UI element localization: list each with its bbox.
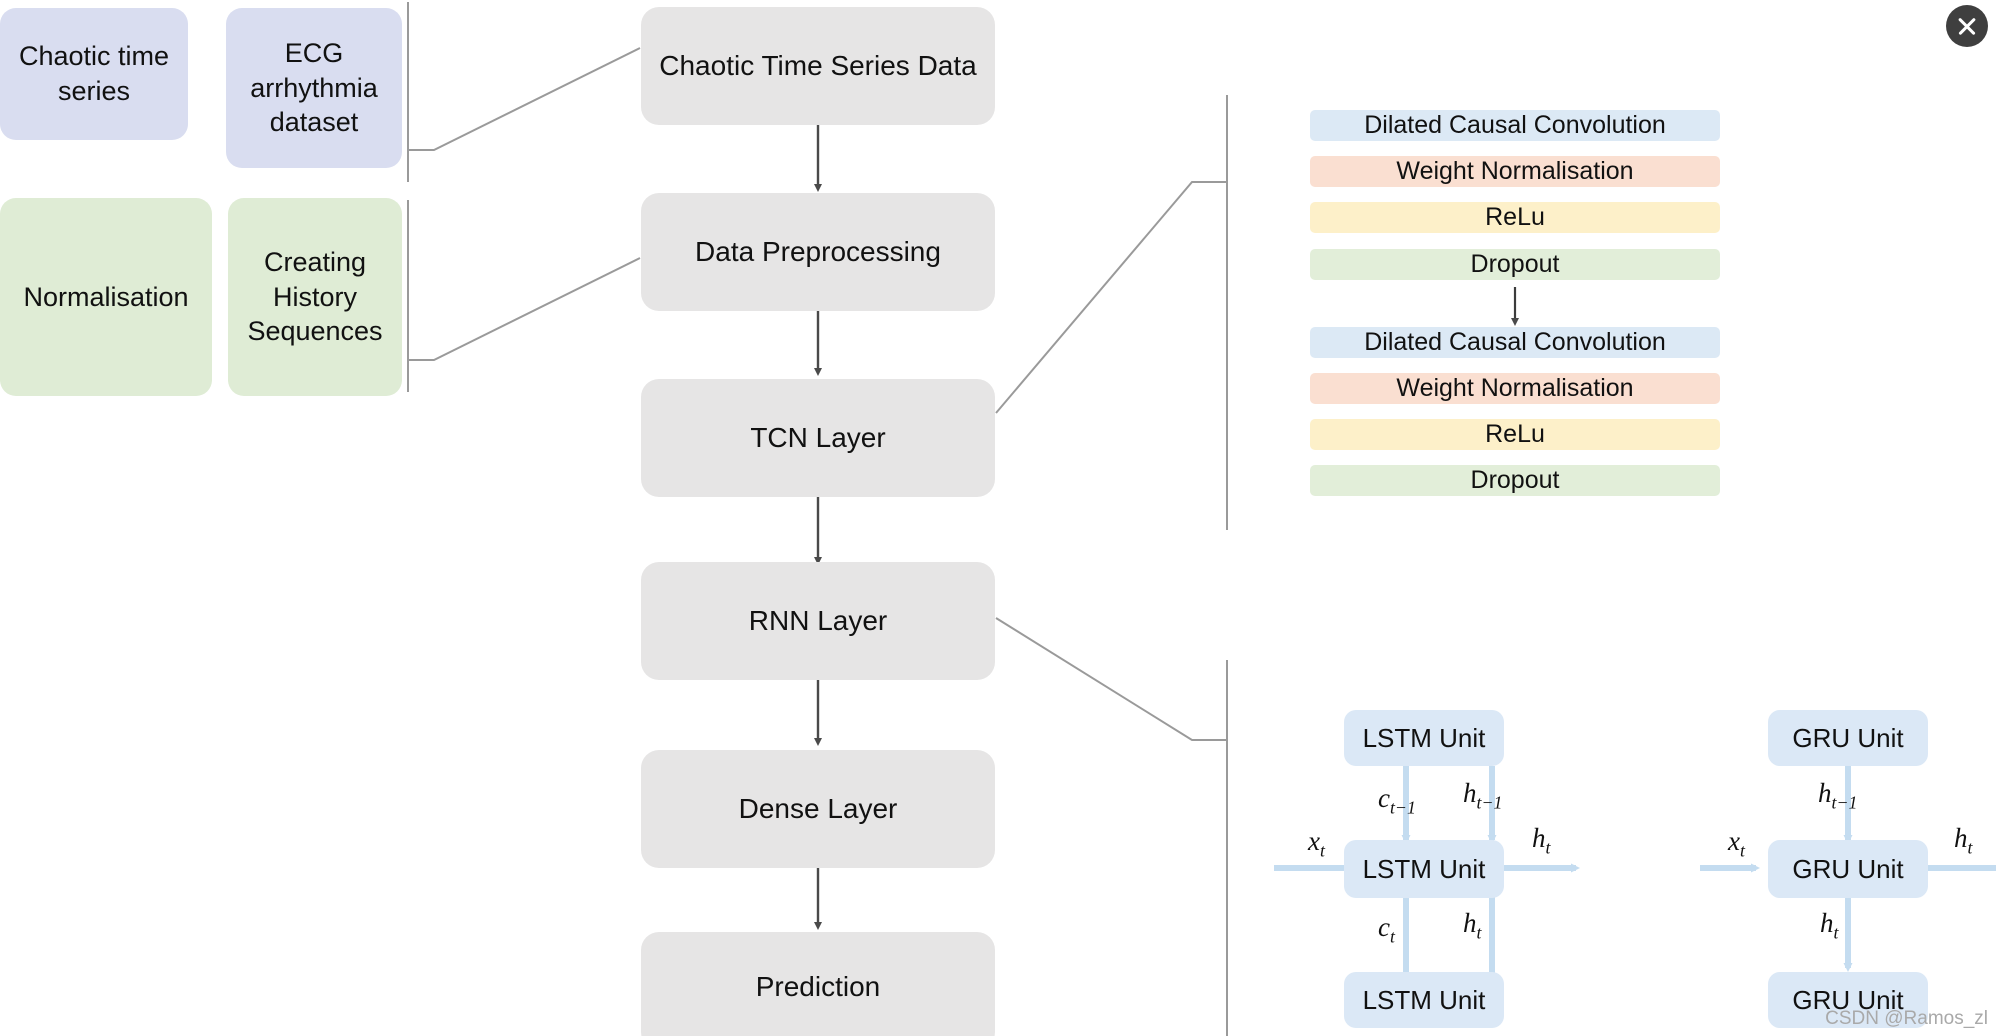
pipeline-label: TCN Layer [750,422,886,454]
source-box-chaotic-time-series[interactable]: Chaotic time series [0,8,188,140]
pipeline-label: Data Preprocessing [695,236,941,268]
gru-unit-center[interactable]: GRU Unit [1768,840,1928,898]
diagram-canvas: Chaotic time series ECG arrhythmia datas… [0,0,1996,1036]
gru-unit-top[interactable]: GRU Unit [1768,710,1928,766]
lstm-cell-next-label: ct [1378,912,1395,947]
tcn-bar-label: ReLu [1485,420,1545,448]
pipeline-box-tcn-layer[interactable]: TCN Layer [641,379,995,497]
tcn-bar-label: Dilated Causal Convolution [1364,111,1666,139]
close-glyph [1956,15,1978,37]
pipeline-label: RNN Layer [748,605,888,637]
gru-hidden-prev-label: ht−1 [1818,778,1858,813]
source-box-normalisation[interactable]: Normalisation [0,198,212,396]
pipeline-label: Dense Layer [738,793,898,825]
lstm-unit-center[interactable]: LSTM Unit [1344,840,1504,898]
tcn-bar-relu-1[interactable]: ReLu [1310,202,1720,233]
watermark-text: CSDN @Ramos_zl [1825,1008,1988,1029]
pipeline-box-rnn-layer[interactable]: RNN Layer [641,562,995,680]
tcn-bar-label: Weight Normalisation [1396,374,1634,402]
source-box-creating-history-sequences[interactable]: Creating History Sequences [228,198,402,396]
lstm-unit-label: LSTM Unit [1362,722,1486,753]
lstm-unit-top[interactable]: LSTM Unit [1344,710,1504,766]
gru-unit-label: GRU Unit [1792,722,1904,753]
pipeline-box-dense-layer[interactable]: Dense Layer [641,750,995,868]
tcn-bar-label: ReLu [1485,203,1545,231]
tcn-bar-dropout-2[interactable]: Dropout [1310,465,1720,496]
source-label: Normalisation [23,281,189,312]
lstm-hidden-prev-label: ht−1 [1463,778,1503,813]
lstm-cell-prev-label: ct−1 [1378,783,1416,818]
lstm-hidden-output-label: ht [1532,823,1551,858]
pipeline-box-prediction[interactable]: Prediction [641,932,995,1036]
close-icon[interactable] [1946,5,1988,47]
pipeline-label: Chaotic Time Series Data [659,50,977,82]
tcn-bar-dropout-1[interactable]: Dropout [1310,249,1720,280]
tcn-bar-dilated-causal-convolution-1[interactable]: Dilated Causal Convolution [1310,110,1720,141]
lstm-unit-label: LSTM Unit [1362,984,1486,1015]
gru-input-label: xt [1728,826,1745,861]
tcn-bar-label: Weight Normalisation [1396,157,1634,185]
gru-hidden-next-label: ht [1820,908,1839,943]
gru-hidden-output-label: ht [1954,823,1973,858]
source-label: Creating History Sequences [247,247,383,347]
tcn-bar-label: Dilated Causal Convolution [1364,328,1666,356]
lstm-unit-bottom[interactable]: LSTM Unit [1344,972,1504,1028]
pipeline-label: Prediction [755,971,881,1003]
pipeline-box-data-preprocessing[interactable]: Data Preprocessing [641,193,995,311]
tcn-bar-weight-normalisation-1[interactable]: Weight Normalisation [1310,156,1720,187]
gru-unit-label: GRU Unit [1792,853,1904,884]
pipeline-box-chaotic-time-series-data[interactable]: Chaotic Time Series Data [641,7,995,125]
source-box-ecg-arrhythmia-dataset[interactable]: ECG arrhythmia dataset [226,8,402,168]
tcn-bar-dilated-causal-convolution-2[interactable]: Dilated Causal Convolution [1310,327,1720,358]
lstm-input-label: xt [1308,826,1325,861]
source-label: Chaotic time series [18,41,170,106]
lstm-unit-label: LSTM Unit [1362,853,1486,884]
tcn-bar-label: Dropout [1470,250,1560,278]
tcn-bar-label: Dropout [1470,466,1560,494]
tcn-bar-relu-2[interactable]: ReLu [1310,419,1720,450]
lstm-hidden-next-label: ht [1463,908,1482,943]
tcn-bar-weight-normalisation-2[interactable]: Weight Normalisation [1310,373,1720,404]
source-label: ECG arrhythmia dataset [250,38,378,138]
